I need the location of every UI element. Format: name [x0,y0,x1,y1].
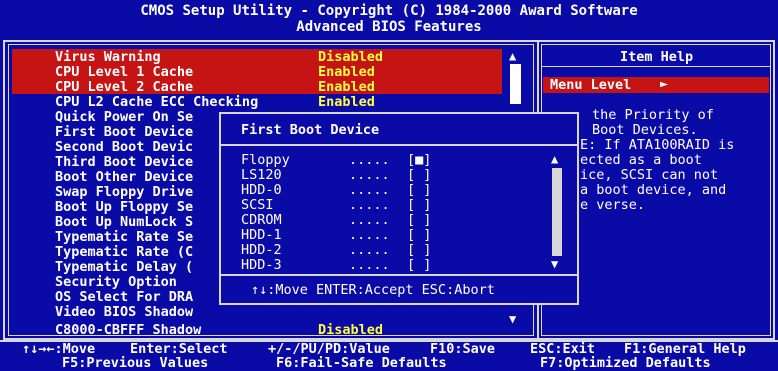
setting-value[interactable]: Disabled [318,322,383,338]
setting-label[interactable]: Typematic Delay ( [55,259,193,275]
setting-label[interactable]: Third Boot Device [55,154,193,170]
popup-option-checkbox[interactable]: [ ] [407,257,431,273]
setting-label[interactable]: CPU L2 Cache ECC Checking [55,94,258,110]
setting-label[interactable]: Typematic Rate Se [55,229,193,245]
setting-label[interactable]: Boot Up Floppy Se [55,199,193,215]
setting-label[interactable]: First Boot Device [55,124,193,140]
popup-option-dots: ..... [349,257,390,273]
popup-footer-separator [221,274,577,276]
popup-option-name[interactable]: HDD-3 [241,257,282,273]
help-text-line: the Priority of [592,107,714,123]
setting-label[interactable]: Quick Power On Se [55,109,193,125]
popup-option-checkbox[interactable]: [■] [407,152,431,168]
popup-option-name[interactable]: SCSI [241,197,274,213]
popup-option-checkbox[interactable]: [ ] [407,182,431,198]
popup-option-name[interactable]: HDD-0 [241,182,282,198]
setting-value[interactable]: Enabled [318,79,375,95]
setting-label[interactable]: CPU Level 2 Cache [55,79,193,95]
popup-option-checkbox[interactable]: [ ] [407,242,431,258]
page-subtitle: Advanced BIOS Features [296,19,482,35]
help-text-line: ice, SCSI can not [580,167,719,183]
setting-label[interactable]: Typematic Rate (C [55,244,193,260]
popup-option-name[interactable]: HDD-2 [241,242,282,258]
popup-scroll-up-arrow[interactable]: ▲ [551,152,558,166]
setting-value[interactable]: Disabled [318,49,383,65]
popup-scrollbar[interactable] [552,168,562,256]
setting-label[interactable]: Swap Floppy Drive [55,184,193,200]
popup-option-dots: ..... [349,227,390,243]
setting-label[interactable]: OS Select For DRA [55,289,193,305]
help-title: Item Help [620,49,694,65]
menu-level-label: Menu Level [550,77,632,93]
setting-label[interactable]: Second Boot Devic [55,139,193,155]
popup-title: First Boot Device [241,122,380,138]
popup-option-checkbox[interactable]: [ ] [407,227,431,243]
popup-option-name[interactable]: HDD-1 [241,227,282,243]
help-text-line: e verse. [580,197,646,213]
popup-option-dots: ..... [349,167,390,183]
popup-option-name[interactable]: CDROM [241,212,282,228]
setting-label[interactable]: Video BIOS Shadow [55,304,193,320]
help-text-line: a boot device, and [580,182,727,198]
scroll-down-arrow[interactable]: ▼ [509,312,516,326]
setting-label[interactable]: CPU Level 1 Cache [55,64,193,80]
setting-label[interactable]: Boot Up NumLock S [55,214,193,230]
boot-device-popup: First Boot Device Floppy..... [■] LS120...… [219,112,579,305]
menu-level-arrow-icon: ► [660,76,669,92]
scroll-up-arrow[interactable]: ▲ [509,49,516,63]
popup-option-checkbox[interactable]: [ ] [407,197,431,213]
setting-label[interactable]: C8000-CBFFF Shadow [55,322,201,338]
popup-option-dots: ..... [349,152,390,168]
setting-value[interactable]: Enabled [318,64,375,80]
setting-value[interactable]: Enabled [318,94,375,110]
setting-label[interactable]: Boot Other Device [55,169,193,185]
popup-option-checkbox[interactable]: [ ] [407,167,431,183]
help-text-line: Boot Devices. [592,122,698,138]
popup-scroll-down-arrow[interactable]: ▼ [551,257,558,271]
window-title: CMOS Setup Utility - Copyright (C) 1984-… [140,3,638,19]
popup-option-name[interactable]: Floppy [241,152,290,168]
help-text-line: E: If ATA100RAID is [580,137,735,153]
popup-option-name[interactable]: LS120 [241,167,282,183]
popup-option-dots: ..... [349,212,390,228]
popup-option-dots: ..... [349,197,390,213]
setting-label[interactable]: Virus Warning [55,49,161,65]
popup-option-dots: ..... [349,242,390,258]
popup-footer-hint: ↑↓:Move ENTER:Accept ESC:Abort [251,282,495,298]
setting-label[interactable]: Security Option [55,274,177,290]
popup-title-separator [221,144,577,146]
popup-option-checkbox[interactable]: [ ] [407,212,431,228]
help-title-separator [541,66,771,67]
help-text-line: ected as a boot [580,152,702,168]
settings-scrollbar[interactable] [510,64,521,104]
popup-option-dots: ..... [349,182,390,198]
